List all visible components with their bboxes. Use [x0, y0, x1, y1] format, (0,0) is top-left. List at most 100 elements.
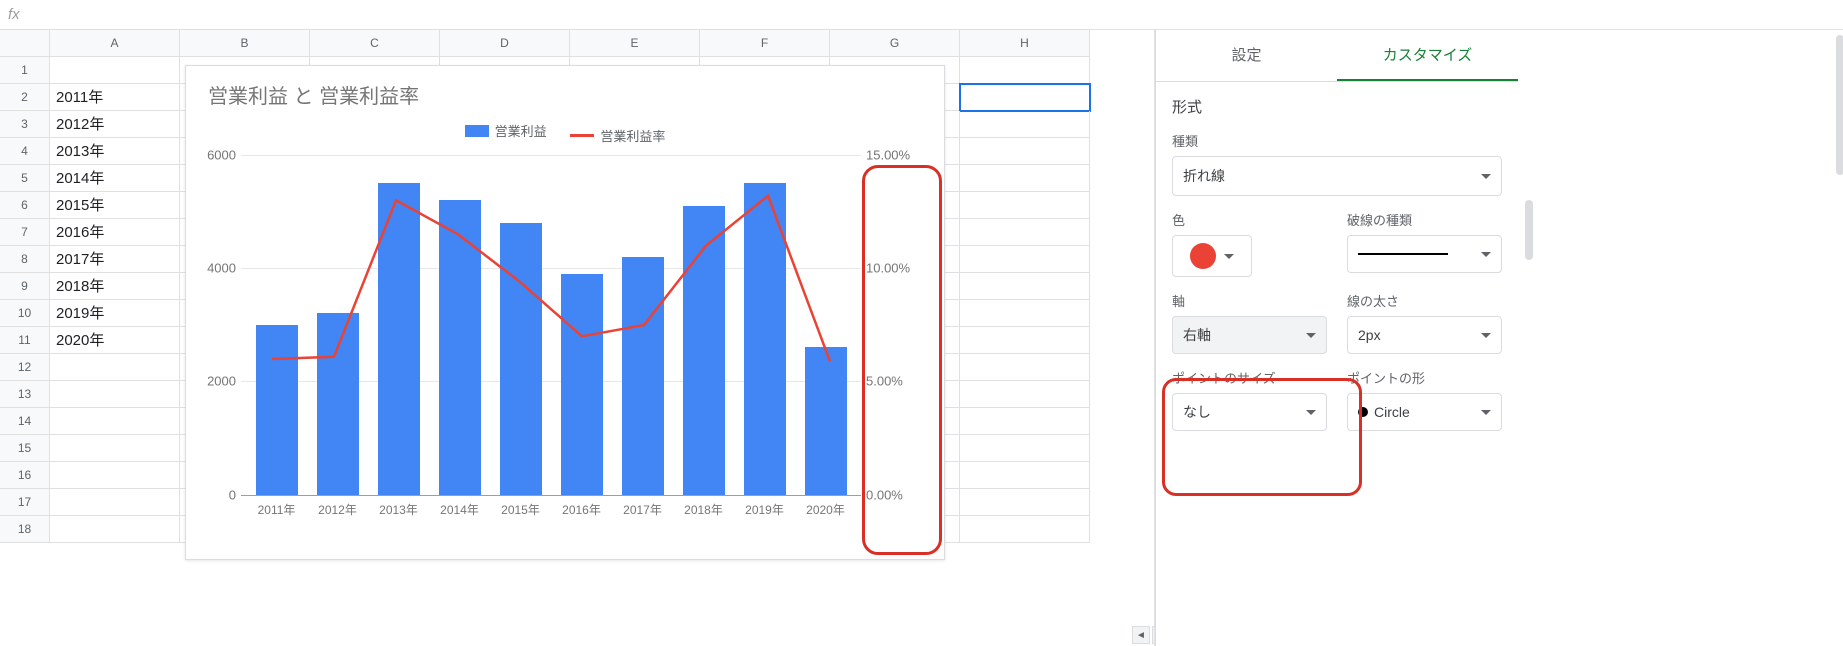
y-left-tick: 6000	[191, 147, 236, 162]
cell[interactable]	[50, 57, 180, 84]
series-type-select[interactable]: 折れ線	[1172, 156, 1502, 196]
point-size-select[interactable]: なし	[1172, 393, 1327, 431]
row-header[interactable]: 2	[0, 84, 50, 111]
scroll-left-icon[interactable]: ◄	[1132, 626, 1150, 644]
series-color-picker[interactable]	[1172, 235, 1252, 277]
cell[interactable]	[960, 246, 1090, 273]
point-shape-select[interactable]: Circle	[1347, 393, 1502, 431]
cell[interactable]	[960, 435, 1090, 462]
bar[interactable]	[683, 206, 725, 495]
chevron-down-icon	[1481, 174, 1491, 179]
row-header[interactable]: 11	[0, 327, 50, 354]
cell[interactable]: 2017年	[50, 246, 180, 273]
cell[interactable]	[960, 408, 1090, 435]
cell[interactable]: 2011年	[50, 84, 180, 111]
cell[interactable]	[960, 111, 1090, 138]
cell[interactable]	[960, 516, 1090, 543]
spreadsheet-area: ABCDEFGH122011年32012年42013年52014年62015年7…	[0, 30, 1155, 646]
column-header[interactable]: D	[440, 30, 570, 57]
sidebar-scrollbar[interactable]	[1525, 200, 1533, 260]
column-header[interactable]: G	[830, 30, 960, 57]
formula-input[interactable]	[30, 0, 1835, 29]
line-width-select[interactable]: 2px	[1347, 316, 1502, 354]
y-right-tick: 0.00%	[866, 487, 926, 502]
row-header[interactable]: 12	[0, 354, 50, 381]
cell[interactable]	[960, 219, 1090, 246]
bar[interactable]	[500, 223, 542, 495]
chart-editor-sidebar: 設定 カスタマイズ 形式 種類 折れ線 色 破線の種類	[1155, 30, 1518, 646]
bar[interactable]	[805, 347, 847, 494]
column-header[interactable]: E	[570, 30, 700, 57]
row-header[interactable]: 16	[0, 462, 50, 489]
bar[interactable]	[256, 325, 298, 495]
cell[interactable]	[50, 408, 180, 435]
cell[interactable]	[50, 516, 180, 543]
row-header[interactable]: 5	[0, 165, 50, 192]
dash-label: 破線の種類	[1347, 210, 1502, 229]
row-header[interactable]: 3	[0, 111, 50, 138]
column-header[interactable]: A	[50, 30, 180, 57]
column-header[interactable]: C	[310, 30, 440, 57]
cell[interactable]	[50, 435, 180, 462]
row-header[interactable]: 18	[0, 516, 50, 543]
row-header[interactable]: 8	[0, 246, 50, 273]
cell[interactable]	[960, 57, 1090, 84]
cell[interactable]	[960, 273, 1090, 300]
type-label: 種類	[1172, 131, 1502, 150]
cell[interactable]: 2012年	[50, 111, 180, 138]
cell[interactable]	[960, 192, 1090, 219]
cell[interactable]	[960, 489, 1090, 516]
cell[interactable]	[50, 489, 180, 516]
cell[interactable]	[960, 354, 1090, 381]
column-header[interactable]: H	[960, 30, 1090, 57]
row-header[interactable]: 14	[0, 408, 50, 435]
row-header[interactable]: 7	[0, 219, 50, 246]
bar[interactable]	[378, 183, 420, 495]
row-header[interactable]: 10	[0, 300, 50, 327]
cell[interactable]	[960, 381, 1090, 408]
cell[interactable]: 2016年	[50, 219, 180, 246]
column-header[interactable]: F	[700, 30, 830, 57]
row-header[interactable]: 13	[0, 381, 50, 408]
bar[interactable]	[439, 200, 481, 495]
bar[interactable]	[622, 257, 664, 495]
axis-select[interactable]: 右軸	[1172, 316, 1327, 354]
cell[interactable]: 2019年	[50, 300, 180, 327]
column-header[interactable]: B	[180, 30, 310, 57]
cell[interactable]: 2018年	[50, 273, 180, 300]
x-tick: 2011年	[246, 501, 307, 518]
tab-settings[interactable]: 設定	[1156, 30, 1337, 81]
dash-type-select[interactable]	[1347, 235, 1502, 273]
cell[interactable]: 2015年	[50, 192, 180, 219]
cell[interactable]	[960, 327, 1090, 354]
row-header[interactable]: 17	[0, 489, 50, 516]
tab-customize[interactable]: カスタマイズ	[1337, 30, 1518, 81]
row-header[interactable]: 6	[0, 192, 50, 219]
cell[interactable]	[960, 462, 1090, 489]
cell[interactable]: 2014年	[50, 165, 180, 192]
cell[interactable]	[960, 84, 1090, 111]
legend-line-label: 営業利益率	[600, 126, 665, 145]
cell[interactable]: 2020年	[50, 327, 180, 354]
bar[interactable]	[317, 313, 359, 494]
cell[interactable]	[960, 300, 1090, 327]
cell[interactable]	[960, 138, 1090, 165]
cell[interactable]	[50, 354, 180, 381]
chart[interactable]: 営業利益 と 営業利益率 営業利益 営業利益率 02000400060000.0…	[185, 65, 945, 560]
bar[interactable]	[744, 183, 786, 495]
row-header[interactable]: 1	[0, 57, 50, 84]
cell[interactable]: 2013年	[50, 138, 180, 165]
chevron-down-icon	[1224, 254, 1234, 259]
row-header[interactable]: 15	[0, 435, 50, 462]
row-header[interactable]: 4	[0, 138, 50, 165]
page-scrollbar[interactable]	[1836, 35, 1843, 175]
cell[interactable]	[50, 381, 180, 408]
x-axis-labels: 2011年2012年2013年2014年2015年2016年2017年2018年…	[241, 495, 861, 518]
row-header[interactable]: 9	[0, 273, 50, 300]
bar[interactable]	[561, 274, 603, 495]
cell[interactable]	[50, 462, 180, 489]
formula-bar: fx	[0, 0, 1843, 30]
cell[interactable]	[960, 165, 1090, 192]
y-left-tick: 2000	[191, 374, 236, 389]
x-tick: 2019年	[734, 501, 795, 518]
